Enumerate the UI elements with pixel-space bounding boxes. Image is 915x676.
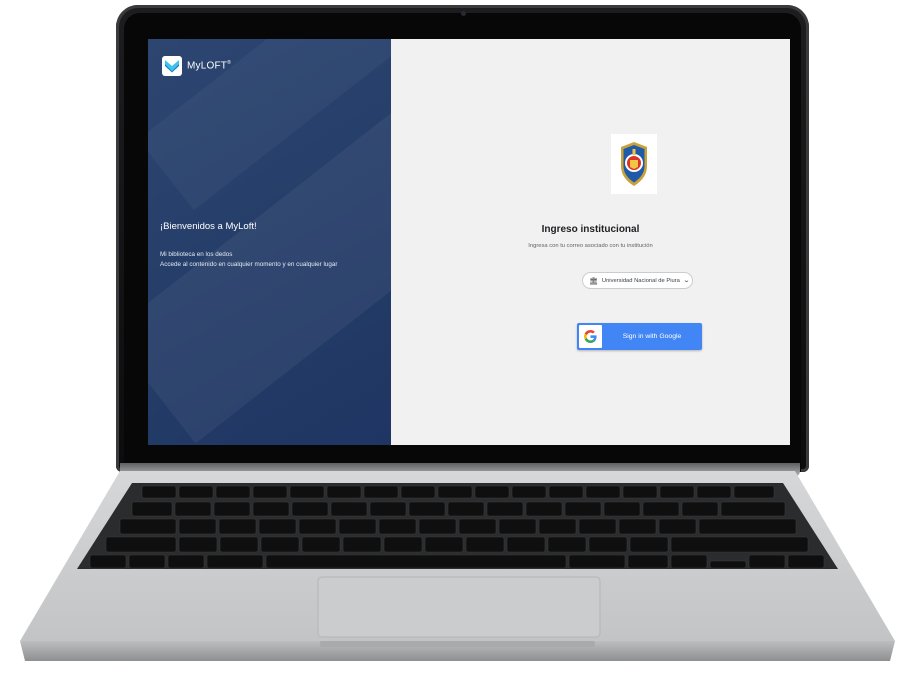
login-panel: Ingreso institucional Ingresa con tu cor… <box>391 39 790 445</box>
myloft-logo: MyLOFT® <box>162 56 231 76</box>
welcome-panel: MyLOFT® ¡Bienvenidos a MyLoft! Mi biblio… <box>148 39 391 445</box>
university-crest-icon <box>611 134 657 194</box>
login-subtitle: Ingresa con tu correo asociado con tu in… <box>528 243 653 249</box>
tagline-line-1: Mi biblioteca en los dedos <box>160 251 233 258</box>
laptop-base <box>20 471 895 671</box>
welcome-title: ¡Bienvenidos a MyLoft! <box>160 221 257 232</box>
bank-icon: 🏛︎ <box>589 277 598 285</box>
chevron-down-icon: ⌄ <box>682 278 690 284</box>
tagline-line-2: Accede al contenido en cualquier momento… <box>160 261 338 268</box>
myloft-logo-icon <box>162 56 182 76</box>
camera <box>460 11 466 16</box>
google-icon <box>579 325 602 348</box>
laptop-screen: MyLOFT® ¡Bienvenidos a MyLoft! Mi biblio… <box>148 39 790 445</box>
brand-name: MyLOFT® <box>187 60 231 72</box>
login-title: Ingreso institucional <box>541 224 640 235</box>
institution-selected-value: Universidad Nacional de Piura <box>601 277 680 284</box>
google-sign-in-button[interactable]: Sign in with Google <box>577 323 702 350</box>
institution-dropdown[interactable]: 🏛︎ Universidad Nacional de Piura ⌄ <box>582 272 693 289</box>
google-button-label: Sign in with Google <box>622 333 682 340</box>
